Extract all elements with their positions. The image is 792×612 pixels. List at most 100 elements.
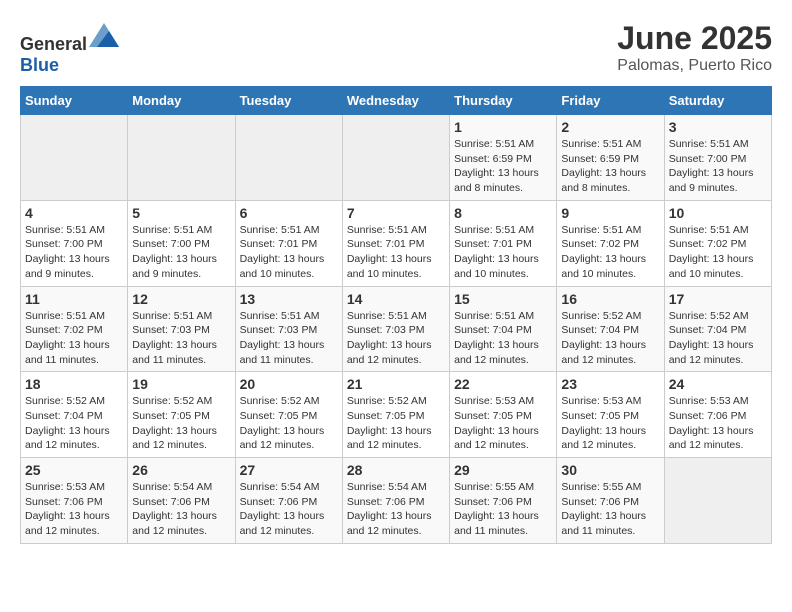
calendar-cell: 11 Sunrise: 5:51 AMSunset: 7:02 PMDaylig… (21, 286, 128, 372)
calendar-cell: 4 Sunrise: 5:51 AMSunset: 7:00 PMDayligh… (21, 200, 128, 286)
day-detail: Sunrise: 5:51 AMSunset: 7:01 PMDaylight:… (347, 224, 432, 280)
calendar-cell (342, 115, 449, 201)
calendar-table: Sunday Monday Tuesday Wednesday Thursday… (20, 86, 772, 544)
day-detail: Sunrise: 5:51 AMSunset: 7:00 PMDaylight:… (25, 224, 110, 280)
calendar-cell (664, 458, 771, 544)
day-number: 19 (132, 376, 230, 392)
day-number: 3 (669, 119, 767, 135)
page-title: June 2025 (617, 20, 772, 57)
calendar-cell: 16 Sunrise: 5:52 AMSunset: 7:04 PMDaylig… (557, 286, 664, 372)
calendar-week-row: 1 Sunrise: 5:51 AMSunset: 6:59 PMDayligh… (21, 115, 772, 201)
day-detail: Sunrise: 5:51 AMSunset: 7:03 PMDaylight:… (132, 310, 217, 366)
calendar-cell: 18 Sunrise: 5:52 AMSunset: 7:04 PMDaylig… (21, 372, 128, 458)
calendar-cell: 14 Sunrise: 5:51 AMSunset: 7:03 PMDaylig… (342, 286, 449, 372)
day-number: 11 (25, 291, 123, 307)
day-detail: Sunrise: 5:54 AMSunset: 7:06 PMDaylight:… (240, 481, 325, 537)
calendar-cell: 29 Sunrise: 5:55 AMSunset: 7:06 PMDaylig… (450, 458, 557, 544)
day-number: 21 (347, 376, 445, 392)
day-detail: Sunrise: 5:51 AMSunset: 6:59 PMDaylight:… (454, 138, 539, 194)
page-subtitle: Palomas, Puerto Rico (617, 57, 772, 75)
day-number: 24 (669, 376, 767, 392)
col-wednesday: Wednesday (342, 87, 449, 115)
day-detail: Sunrise: 5:51 AMSunset: 7:02 PMDaylight:… (669, 224, 754, 280)
calendar-week-row: 4 Sunrise: 5:51 AMSunset: 7:00 PMDayligh… (21, 200, 772, 286)
col-tuesday: Tuesday (235, 87, 342, 115)
calendar-cell: 5 Sunrise: 5:51 AMSunset: 7:00 PMDayligh… (128, 200, 235, 286)
day-detail: Sunrise: 5:51 AMSunset: 7:02 PMDaylight:… (25, 310, 110, 366)
day-detail: Sunrise: 5:51 AMSunset: 7:03 PMDaylight:… (347, 310, 432, 366)
col-monday: Monday (128, 87, 235, 115)
calendar-cell: 12 Sunrise: 5:51 AMSunset: 7:03 PMDaylig… (128, 286, 235, 372)
calendar-week-row: 18 Sunrise: 5:52 AMSunset: 7:04 PMDaylig… (21, 372, 772, 458)
calendar-week-row: 11 Sunrise: 5:51 AMSunset: 7:02 PMDaylig… (21, 286, 772, 372)
calendar-cell: 8 Sunrise: 5:51 AMSunset: 7:01 PMDayligh… (450, 200, 557, 286)
day-detail: Sunrise: 5:52 AMSunset: 7:04 PMDaylight:… (561, 310, 646, 366)
calendar-cell: 9 Sunrise: 5:51 AMSunset: 7:02 PMDayligh… (557, 200, 664, 286)
logo-icon (89, 20, 119, 50)
calendar-cell: 13 Sunrise: 5:51 AMSunset: 7:03 PMDaylig… (235, 286, 342, 372)
calendar-cell: 30 Sunrise: 5:55 AMSunset: 7:06 PMDaylig… (557, 458, 664, 544)
calendar-cell: 2 Sunrise: 5:51 AMSunset: 6:59 PMDayligh… (557, 115, 664, 201)
calendar-cell: 7 Sunrise: 5:51 AMSunset: 7:01 PMDayligh… (342, 200, 449, 286)
day-detail: Sunrise: 5:55 AMSunset: 7:06 PMDaylight:… (454, 481, 539, 537)
day-detail: Sunrise: 5:51 AMSunset: 7:02 PMDaylight:… (561, 224, 646, 280)
day-detail: Sunrise: 5:51 AMSunset: 7:04 PMDaylight:… (454, 310, 539, 366)
calendar-cell: 15 Sunrise: 5:51 AMSunset: 7:04 PMDaylig… (450, 286, 557, 372)
day-number: 12 (132, 291, 230, 307)
day-detail: Sunrise: 5:51 AMSunset: 7:01 PMDaylight:… (454, 224, 539, 280)
day-detail: Sunrise: 5:55 AMSunset: 7:06 PMDaylight:… (561, 481, 646, 537)
calendar-cell: 19 Sunrise: 5:52 AMSunset: 7:05 PMDaylig… (128, 372, 235, 458)
day-number: 9 (561, 205, 659, 221)
day-number: 16 (561, 291, 659, 307)
page-header: General Blue June 2025 Palomas, Puerto R… (20, 20, 772, 76)
day-detail: Sunrise: 5:52 AMSunset: 7:04 PMDaylight:… (25, 395, 110, 451)
calendar-cell: 21 Sunrise: 5:52 AMSunset: 7:05 PMDaylig… (342, 372, 449, 458)
day-number: 28 (347, 462, 445, 478)
day-detail: Sunrise: 5:53 AMSunset: 7:05 PMDaylight:… (561, 395, 646, 451)
day-number: 8 (454, 205, 552, 221)
day-number: 18 (25, 376, 123, 392)
day-detail: Sunrise: 5:53 AMSunset: 7:06 PMDaylight:… (25, 481, 110, 537)
calendar-cell: 17 Sunrise: 5:52 AMSunset: 7:04 PMDaylig… (664, 286, 771, 372)
calendar-cell (128, 115, 235, 201)
col-friday: Friday (557, 87, 664, 115)
logo: General Blue (20, 20, 119, 76)
day-number: 22 (454, 376, 552, 392)
calendar-cell: 10 Sunrise: 5:51 AMSunset: 7:02 PMDaylig… (664, 200, 771, 286)
day-detail: Sunrise: 5:51 AMSunset: 7:01 PMDaylight:… (240, 224, 325, 280)
day-number: 7 (347, 205, 445, 221)
day-number: 17 (669, 291, 767, 307)
day-number: 29 (454, 462, 552, 478)
logo-general: General (20, 34, 87, 54)
col-thursday: Thursday (450, 87, 557, 115)
day-number: 23 (561, 376, 659, 392)
day-detail: Sunrise: 5:52 AMSunset: 7:05 PMDaylight:… (347, 395, 432, 451)
day-number: 10 (669, 205, 767, 221)
day-detail: Sunrise: 5:52 AMSunset: 7:05 PMDaylight:… (240, 395, 325, 451)
day-number: 20 (240, 376, 338, 392)
logo-blue: Blue (20, 55, 59, 75)
day-detail: Sunrise: 5:54 AMSunset: 7:06 PMDaylight:… (347, 481, 432, 537)
day-number: 25 (25, 462, 123, 478)
calendar-cell: 27 Sunrise: 5:54 AMSunset: 7:06 PMDaylig… (235, 458, 342, 544)
col-saturday: Saturday (664, 87, 771, 115)
day-number: 26 (132, 462, 230, 478)
day-detail: Sunrise: 5:53 AMSunset: 7:06 PMDaylight:… (669, 395, 754, 451)
calendar-cell: 25 Sunrise: 5:53 AMSunset: 7:06 PMDaylig… (21, 458, 128, 544)
calendar-cell (235, 115, 342, 201)
calendar-cell: 26 Sunrise: 5:54 AMSunset: 7:06 PMDaylig… (128, 458, 235, 544)
day-detail: Sunrise: 5:51 AMSunset: 7:00 PMDaylight:… (132, 224, 217, 280)
day-number: 30 (561, 462, 659, 478)
day-number: 13 (240, 291, 338, 307)
calendar-cell: 6 Sunrise: 5:51 AMSunset: 7:01 PMDayligh… (235, 200, 342, 286)
day-detail: Sunrise: 5:51 AMSunset: 7:03 PMDaylight:… (240, 310, 325, 366)
calendar-cell (21, 115, 128, 201)
day-detail: Sunrise: 5:52 AMSunset: 7:04 PMDaylight:… (669, 310, 754, 366)
calendar-cell: 22 Sunrise: 5:53 AMSunset: 7:05 PMDaylig… (450, 372, 557, 458)
day-detail: Sunrise: 5:52 AMSunset: 7:05 PMDaylight:… (132, 395, 217, 451)
day-number: 5 (132, 205, 230, 221)
col-sunday: Sunday (21, 87, 128, 115)
calendar-cell: 28 Sunrise: 5:54 AMSunset: 7:06 PMDaylig… (342, 458, 449, 544)
calendar-cell: 24 Sunrise: 5:53 AMSunset: 7:06 PMDaylig… (664, 372, 771, 458)
day-detail: Sunrise: 5:54 AMSunset: 7:06 PMDaylight:… (132, 481, 217, 537)
